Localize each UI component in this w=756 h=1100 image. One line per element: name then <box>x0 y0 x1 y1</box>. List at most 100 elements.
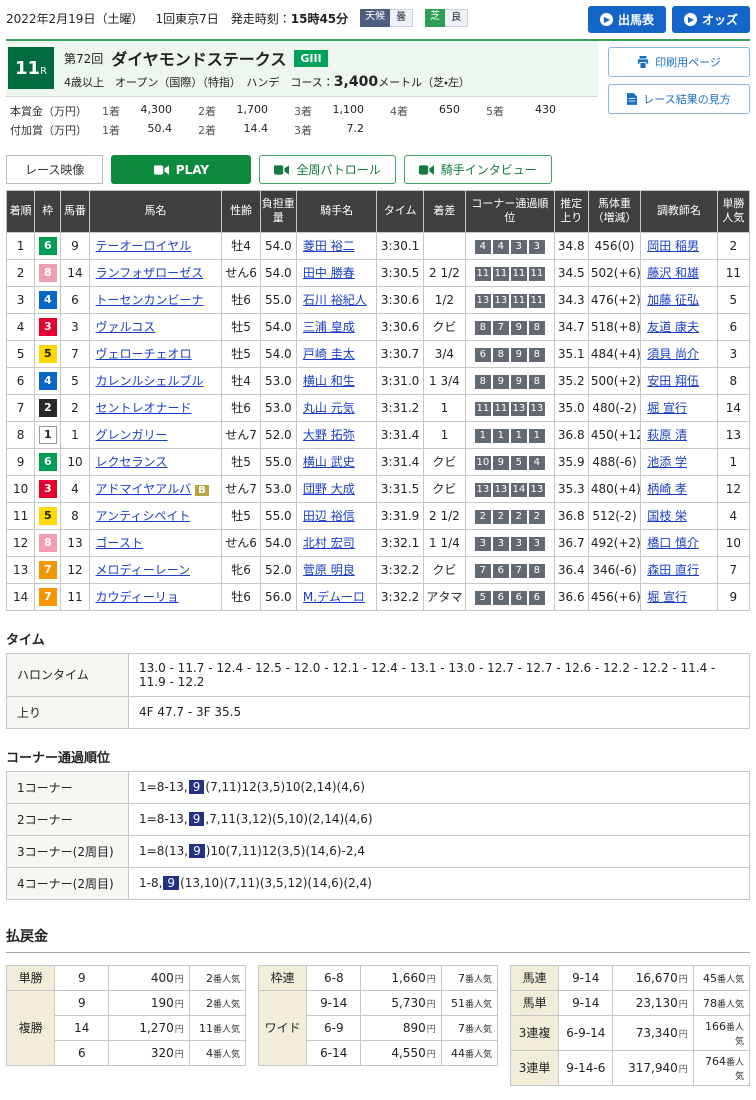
trainer-link[interactable]: 岡田 稲男 <box>647 239 699 253</box>
corner-position-1: 3 <box>475 537 491 551</box>
horse-name-link[interactable]: ゴースト <box>96 536 143 550</box>
weather-label: 天候 <box>360 9 390 27</box>
arrow-circle-icon: ▶ <box>684 13 697 26</box>
horse-name-link[interactable]: アンティシペイト <box>96 509 191 523</box>
horse-name-link[interactable]: カレンルシェルブル <box>96 374 204 388</box>
payout-popularity: 166番人気 <box>693 1015 749 1050</box>
jockey-link[interactable]: M.デムーロ <box>303 590 365 604</box>
odds-button[interactable]: ▶ オッズ <box>672 6 750 33</box>
finish-position: 1 <box>7 232 35 259</box>
jockey-link[interactable]: 北村 宏司 <box>303 536 355 550</box>
jockey-link[interactable]: 菱田 裕二 <box>303 239 355 253</box>
jockey-link[interactable]: 田辺 裕信 <box>303 509 355 523</box>
horse-name-link[interactable]: ランフォザローゼス <box>96 266 204 280</box>
trainer-link[interactable]: 堀 宣行 <box>647 590 687 604</box>
column-header: 負担重量 <box>260 191 296 233</box>
weather-tag: 天候 曇 <box>360 9 413 27</box>
bracket-cell: 2 <box>35 394 61 421</box>
payout-amount: 320円 <box>109 1040 189 1065</box>
win-popularity: 8 <box>717 367 749 394</box>
finish-time: 3:32.2 <box>377 556 423 583</box>
trainer-link[interactable]: 橋口 慎介 <box>647 536 699 550</box>
jockey-link[interactable]: 菅原 明良 <box>303 563 355 577</box>
jockey-link[interactable]: 戸崎 圭太 <box>303 347 355 361</box>
play-video-button[interactable]: PLAY <box>111 155 251 184</box>
trainer-link[interactable]: 藤沢 和雄 <box>647 266 699 280</box>
payout-row-bracket: 枠連 6-8 1,660円 7番人気 <box>259 965 498 990</box>
win-popularity: 6 <box>717 313 749 340</box>
track-condition-value: 良 <box>445 9 468 27</box>
prize-info: 本賞金（万円） 1着4,3002着1,7003着1,1004着6505着430 … <box>6 96 598 145</box>
weather-value: 曇 <box>390 9 413 27</box>
trainer-link[interactable]: 加藤 征弘 <box>647 293 699 307</box>
horse-number: 7 <box>61 340 89 367</box>
print-page-button[interactable]: 印刷用ページ <box>608 47 750 77</box>
sex-age: 牡5 <box>222 502 260 529</box>
horse-name-cell: ヴェローチェオロ <box>89 340 222 367</box>
horse-name-link[interactable]: ヴェローチェオロ <box>96 347 192 361</box>
corner-position-4: 4 <box>529 456 545 470</box>
payout-amount: 23,130円 <box>613 990 693 1015</box>
horse-name-link[interactable]: カウディーリョ <box>96 590 179 604</box>
trainer-link[interactable]: 国枝 栄 <box>647 509 687 523</box>
time-heading: タイム <box>6 629 750 648</box>
horse-name-link[interactable]: セントレオナード <box>96 401 192 415</box>
jockey-cell: 三浦 皇成 <box>296 313 377 340</box>
finish-position: 5 <box>7 340 35 367</box>
jockey-cell: 横山 武史 <box>296 448 377 475</box>
topbar-buttons: ▶ 出馬表 ▶ オッズ <box>588 6 750 33</box>
horse-weight: 488(-6) <box>588 448 640 475</box>
trainer-link[interactable]: 森田 直行 <box>647 563 699 577</box>
finish-time: 3:31.4 <box>377 448 423 475</box>
trainer-link[interactable]: 池添 学 <box>647 455 687 469</box>
jockey-link[interactable]: 丸山 元気 <box>303 401 355 415</box>
trainer-link[interactable]: 萩原 清 <box>647 428 687 442</box>
finish-position: 14 <box>7 583 35 610</box>
column-header: 調教師名 <box>641 191 718 233</box>
corner-position-2: 3 <box>493 537 509 551</box>
result-guide-button[interactable]: レース結果の見方 <box>608 84 750 114</box>
corner-position-2: 13 <box>493 294 509 308</box>
win-popularity: 3 <box>717 340 749 367</box>
jockey-link[interactable]: 三浦 皇成 <box>303 320 355 334</box>
corner-position-3: 3 <box>511 537 527 551</box>
corner-order-value: 1=8-13,9(7,11)12(3,5)10(2,14)(4,6) <box>129 771 750 803</box>
trainer-link[interactable]: 堀 宣行 <box>647 401 687 415</box>
trainer-link[interactable]: 友道 康夫 <box>647 320 699 334</box>
trainer-cell: 須貝 尚介 <box>641 340 718 367</box>
yen-suffix: 円 <box>427 975 436 985</box>
jockey-link[interactable]: 田中 勝春 <box>303 266 355 280</box>
jockey-link[interactable]: 石川 裕紀人 <box>303 293 367 307</box>
trainer-link[interactable]: 安田 翔伍 <box>647 374 699 388</box>
jockey-cell: 団野 大成 <box>296 475 377 502</box>
bracket-badge: 6 <box>39 237 57 255</box>
horse-name-link[interactable]: アドマイヤアルバ <box>96 482 192 496</box>
jockey-interview-button[interactable]: 騎手インタビュー <box>404 155 552 184</box>
horse-name-link[interactable]: レクセランス <box>96 455 168 469</box>
jockey-link[interactable]: 大野 拓弥 <box>303 428 355 442</box>
prize-pair: 1着4,300 <box>102 103 198 119</box>
entries-button[interactable]: ▶ 出馬表 <box>588 6 666 33</box>
finish-time: 3:30.7 <box>377 340 423 367</box>
jockey-cell: M.デムーロ <box>296 583 377 610</box>
trainer-link[interactable]: 柄崎 孝 <box>647 482 687 496</box>
horse-name-link[interactable]: ヴァルコス <box>96 320 156 334</box>
corner-position-3: 14 <box>511 483 527 497</box>
win-popularity: 5 <box>717 286 749 313</box>
corner-position-1: 11 <box>475 402 491 416</box>
horse-name-link[interactable]: メロディーレーン <box>96 563 191 577</box>
jockey-link[interactable]: 横山 和生 <box>303 374 355 388</box>
horse-name-link[interactable]: トーセンカンビーナ <box>96 293 204 307</box>
horse-name-link[interactable]: グレンガリー <box>96 428 168 442</box>
jockey-link[interactable]: 横山 武史 <box>303 455 355 469</box>
margin: 1 1/4 <box>423 529 465 556</box>
trainer-link[interactable]: 須貝 尚介 <box>647 347 699 361</box>
jockey-link[interactable]: 団野 大成 <box>303 482 355 496</box>
trainer-cell: 堀 宣行 <box>641 583 718 610</box>
horse-name-link[interactable]: テーオーロイヤル <box>96 239 192 253</box>
corner-position-2: 8 <box>493 348 509 362</box>
corner-position-2: 11 <box>493 402 509 416</box>
patrol-video-button[interactable]: 全周パトロール <box>259 155 395 184</box>
corner-order-row: 4コーナー(2周目) 1-8,9(13,10)(7,11)(3,5,12)(14… <box>7 867 750 899</box>
corner-label: 2コーナー <box>7 803 129 835</box>
